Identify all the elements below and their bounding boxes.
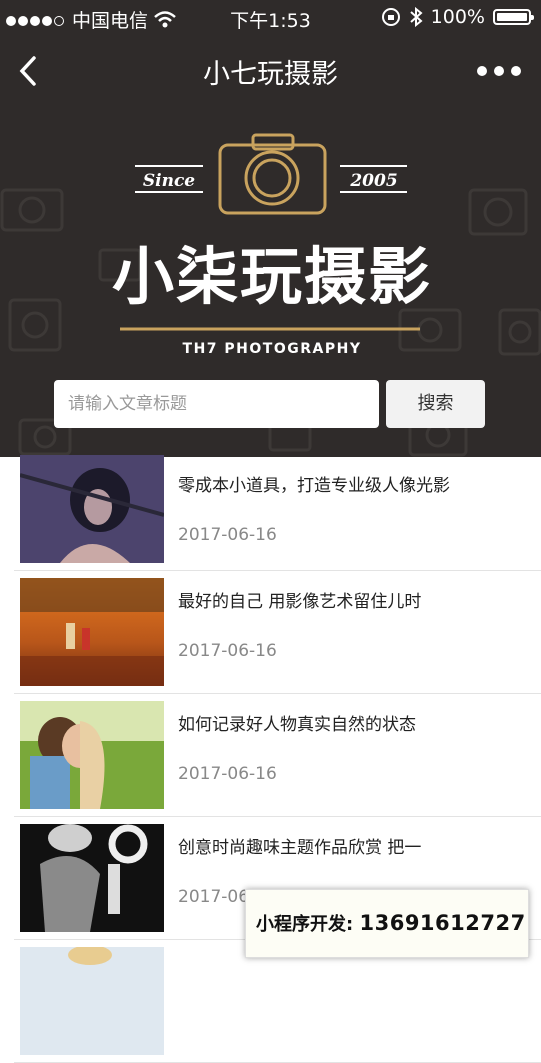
- list-item[interactable]: [14, 940, 541, 1063]
- article-title: 创意时尚趣味主题作品欣赏 把一: [178, 838, 422, 858]
- article-thumbnail: [20, 701, 164, 809]
- brand-name: 小柒玩摄影: [112, 240, 432, 313]
- list-item[interactable]: 零成本小道具，打造专业级人像光影 2017-06-16: [14, 455, 541, 571]
- article-thumbnail: [20, 578, 164, 686]
- brand-subtitle: TH7 PHOTOGRAPHY: [183, 341, 362, 357]
- contact-banner[interactable]: 小程序开发: 13691612727: [245, 889, 529, 958]
- list-item[interactable]: 最好的自己 用影像艺术留住儿时 2017-06-16: [14, 571, 541, 694]
- status-bar: 中国电信 下午1:53 100%: [0, 0, 541, 36]
- since-label: Since: [143, 171, 195, 191]
- more-icon[interactable]: [477, 58, 521, 84]
- article-date: 2017-06-16: [178, 525, 277, 545]
- list-item[interactable]: 如何记录好人物真实自然的状态 2017-06-16: [14, 694, 541, 817]
- brand-logo: Since 2005 小柒玩摄影 TH7 PHOTOGRAPHY: [112, 133, 432, 357]
- article-thumbnail: [20, 824, 164, 932]
- article-date: 2017-06-16: [178, 641, 277, 661]
- article-title: 零成本小道具，打造专业级人像光影: [178, 476, 450, 496]
- search-button[interactable]: 搜索: [386, 380, 485, 428]
- page-title: 小七玩摄影: [203, 59, 338, 90]
- contact-label: 小程序开发:: [256, 914, 354, 935]
- article-title: 最好的自己 用影像艺术留住儿时: [178, 592, 422, 612]
- article-date: 2017-06-16: [178, 764, 277, 784]
- orientation-lock-icon: [381, 8, 400, 26]
- article-list: 零成本小道具，打造专业级人像光影 2017-06-16 最好的自己 用影像艺术留…: [0, 455, 541, 1063]
- article-title: 如何记录好人物真实自然的状态: [178, 715, 416, 735]
- article-thumbnail: [20, 947, 164, 1055]
- search-input[interactable]: 请输入文章标题: [54, 380, 379, 428]
- article-thumbnail: [20, 455, 164, 563]
- header-banner: 中国电信 下午1:53 100% 小七玩摄影 Since 2005 小柒玩摄影 …: [0, 0, 541, 457]
- battery-percent: 100%: [430, 6, 485, 28]
- contact-phone: 13691612727: [359, 911, 526, 935]
- year-label: 2005: [349, 171, 397, 191]
- bluetooth-icon: [410, 7, 423, 27]
- battery-icon: [493, 9, 534, 25]
- navigation-bar: 小七玩摄影: [0, 40, 541, 102]
